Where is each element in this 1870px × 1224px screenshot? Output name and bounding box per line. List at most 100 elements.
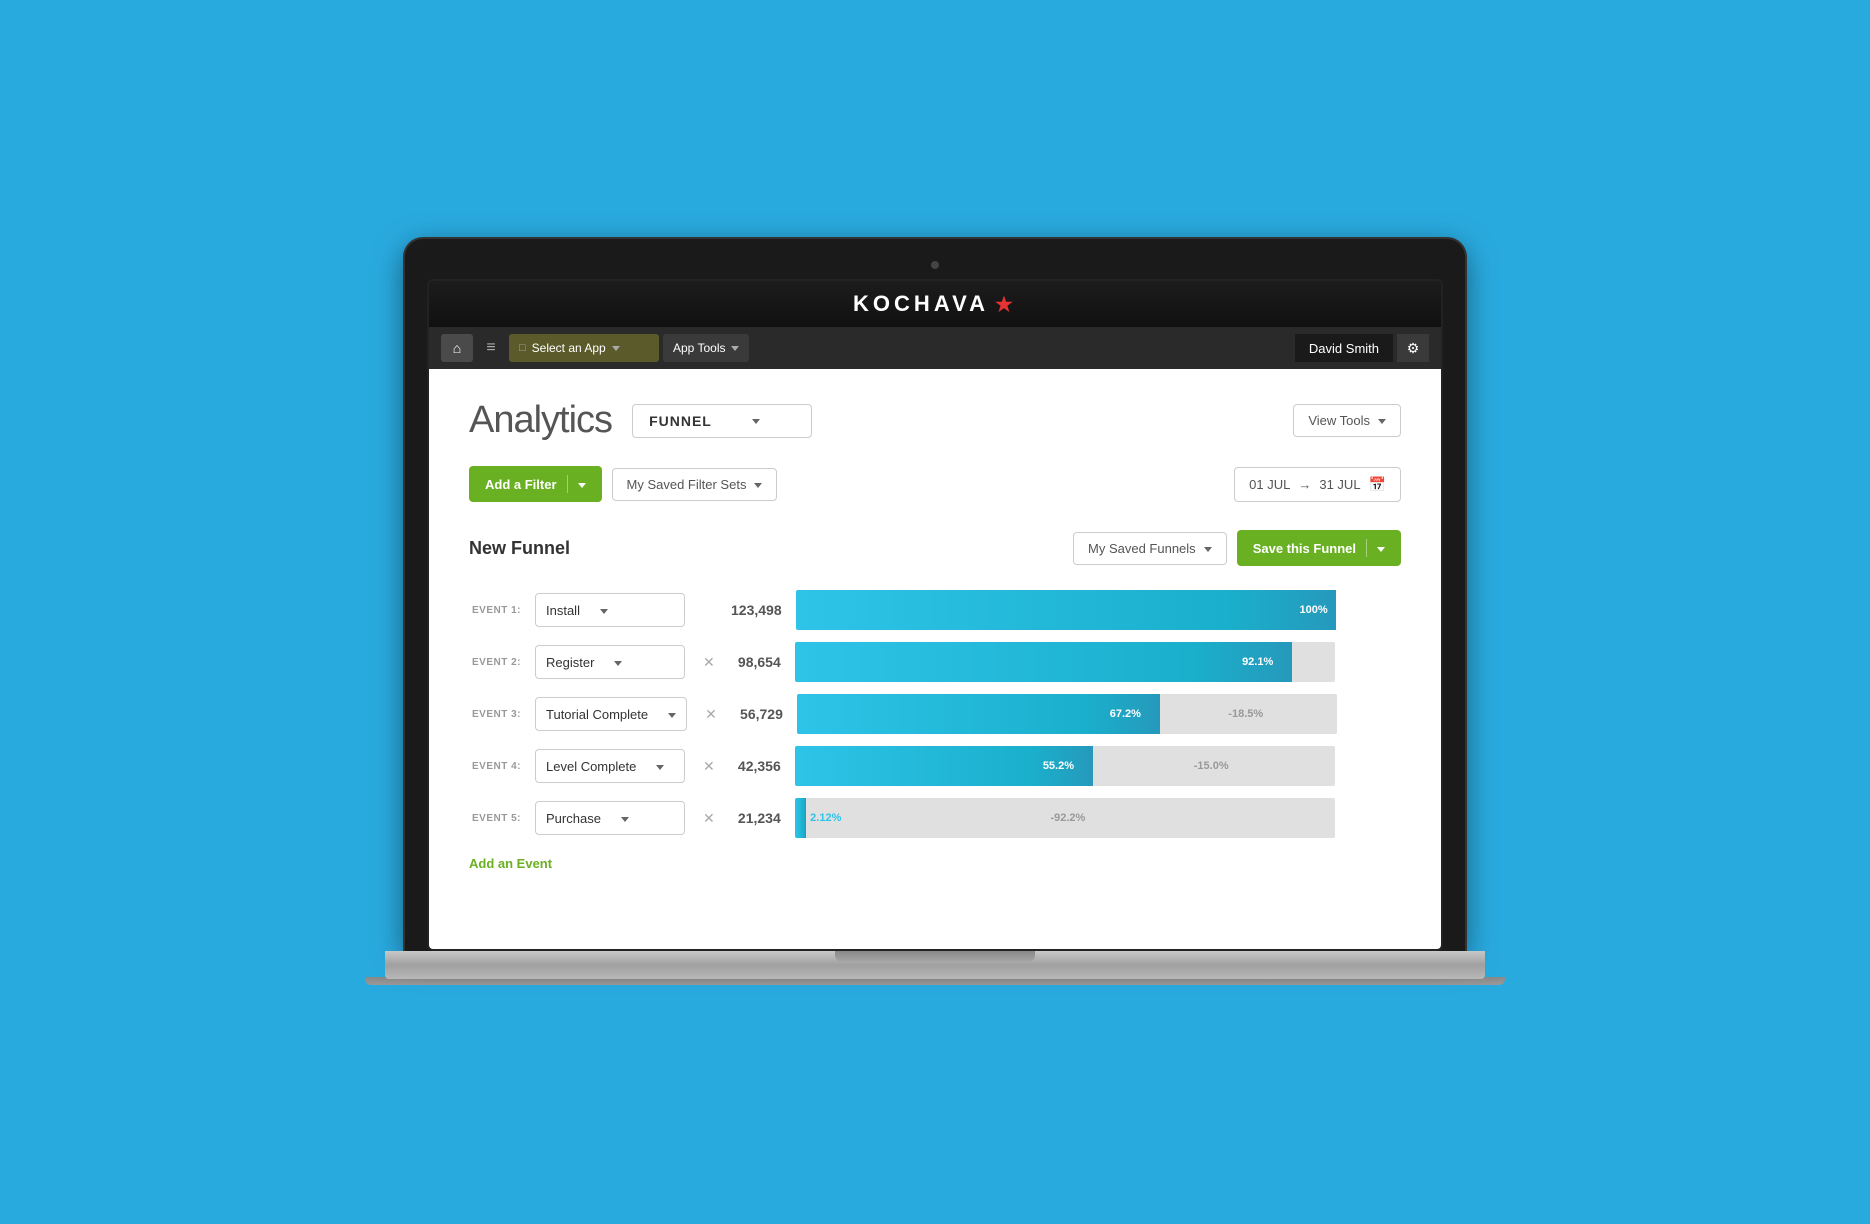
app-tools-label: App Tools [673, 341, 725, 355]
laptop-base [385, 951, 1485, 979]
bar-container-4: 55.2% -15.0% [795, 746, 1335, 786]
event-select-chevron [600, 603, 608, 618]
event-close-4[interactable]: ✕ [699, 758, 719, 775]
view-tools-chevron [1378, 413, 1386, 428]
brand-logo: KOCHAVA ★ [853, 291, 1017, 317]
add-filter-label: Add a Filter [485, 477, 557, 492]
event-select-1[interactable]: Install [535, 593, 685, 627]
event-count-3: 56,729 [735, 706, 783, 722]
event-name: Tutorial Complete [546, 707, 648, 722]
saved-funnels-button[interactable]: My Saved Funnels [1073, 532, 1227, 565]
event-name: Level Complete [546, 759, 636, 774]
funnel-section-header: New Funnel My Saved Funnels Save this Fu… [469, 530, 1401, 566]
top-bar: KOCHAVA ★ [429, 281, 1441, 327]
view-tools-label: View Tools [1308, 413, 1370, 428]
app-select-chevron [612, 341, 620, 355]
saved-filters-label: My Saved Filter Sets [627, 477, 747, 492]
add-filter-divider [567, 475, 568, 493]
event-select-chevron [668, 707, 676, 722]
nav-bar: ⌂ ≡ □ Select an App App Tools David Smit… [429, 327, 1441, 369]
event-label: EVENT 5: [469, 813, 521, 824]
funnel-title: New Funnel [469, 538, 570, 559]
event-label: EVENT 2: [469, 657, 521, 668]
add-filter-button[interactable]: Add a Filter [469, 466, 602, 502]
event-close-5[interactable]: ✕ [699, 810, 719, 827]
nav-user-display: David Smith [1295, 334, 1393, 362]
event-select-3[interactable]: Tutorial Complete [535, 697, 687, 731]
event-count-2: 98,654 [733, 654, 781, 670]
event-label: EVENT 1: [469, 605, 521, 616]
save-funnel-chevron [1377, 541, 1385, 556]
event-count-5: 21,234 [733, 810, 781, 826]
screen-inner: KOCHAVA ★ ⌂ ≡ □ Select an App App T [427, 279, 1443, 951]
saved-filters-chevron [754, 477, 762, 492]
funnel-rows: EVENT 1: Install 123,498 100% EVENT 2: R… [469, 586, 1401, 842]
saved-filters-button[interactable]: My Saved Filter Sets [612, 468, 778, 501]
menu-button[interactable]: ≡ [477, 334, 505, 362]
settings-icon: ⚙ [1407, 340, 1420, 357]
funnel-row: EVENT 2: Register ✕ 98,654 92.1% [469, 638, 1401, 686]
funnel-actions: My Saved Funnels Save this Funnel [1073, 530, 1401, 566]
view-type-chevron [752, 413, 760, 429]
view-type-select[interactable]: FUNNEL [632, 404, 812, 438]
date-arrow: → [1298, 477, 1311, 492]
event-close-3[interactable]: ✕ [701, 706, 721, 723]
date-start: 01 JUL [1249, 477, 1290, 492]
add-filter-chevron [578, 477, 586, 492]
event-label: EVENT 3: [469, 709, 521, 720]
event-select-4[interactable]: Level Complete [535, 749, 685, 783]
event-count-4: 42,356 [733, 758, 781, 774]
page-header: Analytics FUNNEL View Tools [469, 399, 1401, 442]
app-select-button[interactable]: □ Select an App [509, 334, 659, 362]
add-event-link[interactable]: Add an Event [469, 856, 552, 871]
event-select-chevron [656, 759, 664, 774]
menu-icon: ≡ [486, 339, 495, 357]
bar-container-1: 100% [796, 590, 1336, 630]
event-name: Purchase [546, 811, 601, 826]
save-funnel-divider [1366, 539, 1367, 557]
event-label: EVENT 4: [469, 761, 521, 772]
main-content: Analytics FUNNEL View Tools [429, 369, 1441, 949]
date-range-picker[interactable]: 01 JUL → 31 JUL 📅 [1234, 467, 1401, 502]
brand-name: KOCHAVA [853, 291, 989, 317]
event-name: Register [546, 655, 594, 670]
save-funnel-label: Save this Funnel [1253, 541, 1356, 556]
filter-bar: Add a Filter My Saved Filter Sets 01 JUL… [469, 466, 1401, 502]
user-name: David Smith [1309, 341, 1379, 356]
funnel-row: EVENT 4: Level Complete ✕ 42,356 55.2% -… [469, 742, 1401, 790]
laptop-camera [931, 261, 939, 269]
settings-button[interactable]: ⚙ [1397, 334, 1429, 362]
laptop-screen: KOCHAVA ★ ⌂ ≡ □ Select an App App T [405, 239, 1465, 951]
bar-container-2: 92.1% [795, 642, 1335, 682]
event-select-chevron [621, 811, 629, 826]
event-select-chevron [614, 655, 622, 670]
app-tools-chevron [731, 341, 739, 355]
home-icon: ⌂ [453, 340, 461, 356]
app-select-label: Select an App [532, 341, 606, 355]
view-type-label: FUNNEL [649, 413, 712, 429]
event-name: Install [546, 603, 580, 618]
funnel-row: EVENT 3: Tutorial Complete ✕ 56,729 67.2… [469, 690, 1401, 738]
date-end: 31 JUL [1319, 477, 1360, 492]
select-icon: □ [519, 342, 526, 354]
event-select-2[interactable]: Register [535, 645, 685, 679]
app-tools-button[interactable]: App Tools [663, 334, 749, 362]
funnel-row: EVENT 1: Install 123,498 100% [469, 586, 1401, 634]
view-tools-button[interactable]: View Tools [1293, 404, 1401, 437]
bar-container-5: 2.12% -92.2% [795, 798, 1335, 838]
funnel-row: EVENT 5: Purchase ✕ 21,234 2.12% -92.2% [469, 794, 1401, 842]
filter-left: Add a Filter My Saved Filter Sets [469, 466, 777, 502]
laptop-wrapper: KOCHAVA ★ ⌂ ≡ □ Select an App App T [385, 239, 1485, 985]
event-close-2[interactable]: ✕ [699, 654, 719, 671]
page-title-area: Analytics FUNNEL [469, 399, 812, 442]
event-select-5[interactable]: Purchase [535, 801, 685, 835]
home-button[interactable]: ⌂ [441, 334, 473, 362]
bar-container-3: 67.2% -18.5% [797, 694, 1337, 734]
saved-funnels-label: My Saved Funnels [1088, 541, 1196, 556]
event-count-1: 123,498 [731, 602, 782, 618]
calendar-icon: 📅 [1369, 476, 1386, 493]
save-funnel-button[interactable]: Save this Funnel [1237, 530, 1401, 566]
brand-star: ★ [995, 292, 1017, 317]
page-title: Analytics [469, 399, 612, 442]
saved-funnels-chevron [1204, 541, 1212, 556]
